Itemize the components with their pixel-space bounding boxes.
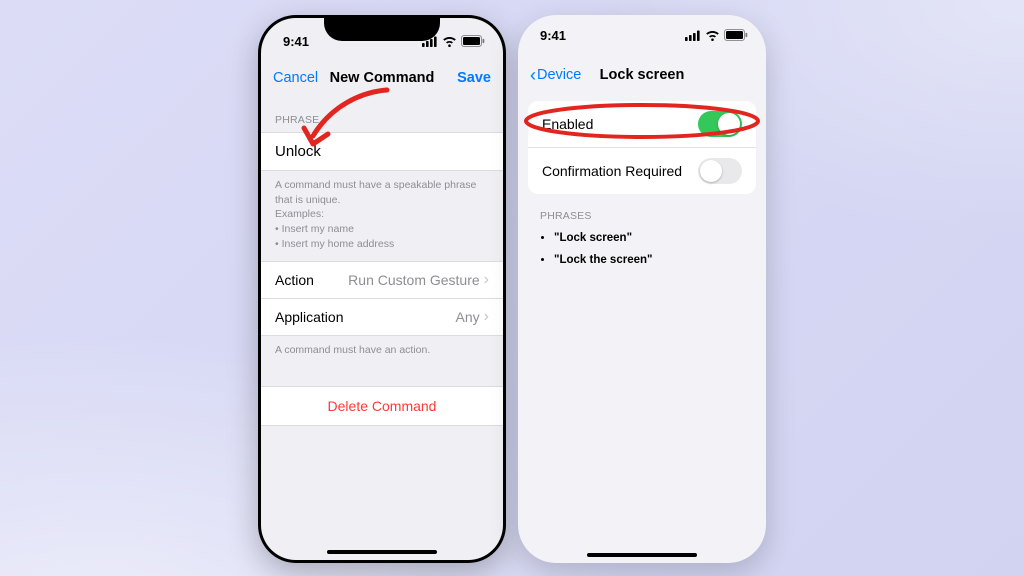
phrase-note-line3: • Insert my name	[275, 223, 354, 235]
chevron-right-icon: ›	[484, 309, 489, 325]
cancel-button[interactable]: Cancel	[273, 58, 318, 98]
back-label: Device	[537, 67, 581, 83]
application-value: Any	[456, 309, 480, 325]
nav-title: New Command	[330, 70, 435, 86]
status-icons	[685, 29, 748, 41]
phone-pair: 9:41 Cancel New Command Save	[0, 15, 1024, 563]
status-time: 9:41	[540, 28, 566, 43]
confirmation-switch[interactable]	[698, 158, 742, 184]
back-button[interactable]: ‹ Device	[530, 55, 581, 95]
cellular-icon	[685, 30, 701, 41]
home-indicator[interactable]	[587, 553, 697, 557]
phrase-item: "Lock screen"	[554, 232, 760, 244]
phrase-section-header: PHRASE	[261, 98, 503, 132]
home-indicator[interactable]	[327, 550, 437, 554]
phrase-value: Unlock	[275, 143, 321, 160]
application-value-wrap: Any ›	[456, 309, 489, 325]
battery-icon	[461, 35, 485, 47]
phrase-footer-note: A command must have a speakable phrase t…	[261, 171, 503, 261]
application-label: Application	[275, 309, 344, 325]
phrases-section-header: PHRASES	[518, 194, 766, 228]
nav-bar: Cancel New Command Save	[261, 58, 503, 98]
action-value: Run Custom Gesture	[348, 272, 480, 288]
phrase-input-cell[interactable]: Unlock	[261, 132, 503, 171]
application-cell[interactable]: Application Any ›	[261, 299, 503, 336]
wifi-icon	[442, 36, 457, 47]
screen-right: 9:41 ‹ Device Lo	[518, 15, 766, 563]
nav-title: Lock screen	[600, 67, 685, 83]
screen-left: 9:41 Cancel New Command Save	[261, 18, 503, 560]
phone-right: 9:41 ‹ Device Lo	[518, 15, 766, 563]
phone-left: 9:41 Cancel New Command Save	[258, 15, 506, 563]
enabled-label: Enabled	[542, 116, 593, 132]
save-button[interactable]: Save	[457, 58, 491, 98]
battery-icon	[724, 29, 748, 41]
phrase-note-line4: • Insert my home address	[275, 238, 394, 250]
enabled-switch[interactable]	[698, 111, 742, 137]
action-footer-note: A command must have an action.	[261, 336, 503, 368]
phrase-item: "Lock the screen"	[554, 254, 760, 266]
phrases-list: "Lock screen" "Lock the screen"	[518, 228, 766, 266]
action-cell[interactable]: Action Run Custom Gesture ›	[261, 261, 503, 299]
enabled-cell: Enabled	[528, 101, 756, 147]
phrase-note-line2: Examples:	[275, 208, 324, 220]
delete-command-button[interactable]: Delete Command	[261, 386, 503, 426]
phrase-note-line1: A command must have a speakable phrase t…	[275, 179, 476, 206]
confirmation-label: Confirmation Required	[542, 163, 682, 179]
chevron-left-icon: ‹	[530, 66, 536, 84]
nav-bar: ‹ Device Lock screen	[518, 55, 766, 95]
status-time: 9:41	[283, 34, 309, 49]
confirmation-cell: Confirmation Required	[528, 147, 756, 194]
action-label: Action	[275, 272, 314, 288]
wifi-icon	[705, 30, 720, 41]
chevron-right-icon: ›	[484, 272, 489, 288]
action-value-wrap: Run Custom Gesture ›	[348, 272, 489, 288]
notch	[324, 15, 440, 41]
status-bar: 9:41	[518, 15, 766, 55]
